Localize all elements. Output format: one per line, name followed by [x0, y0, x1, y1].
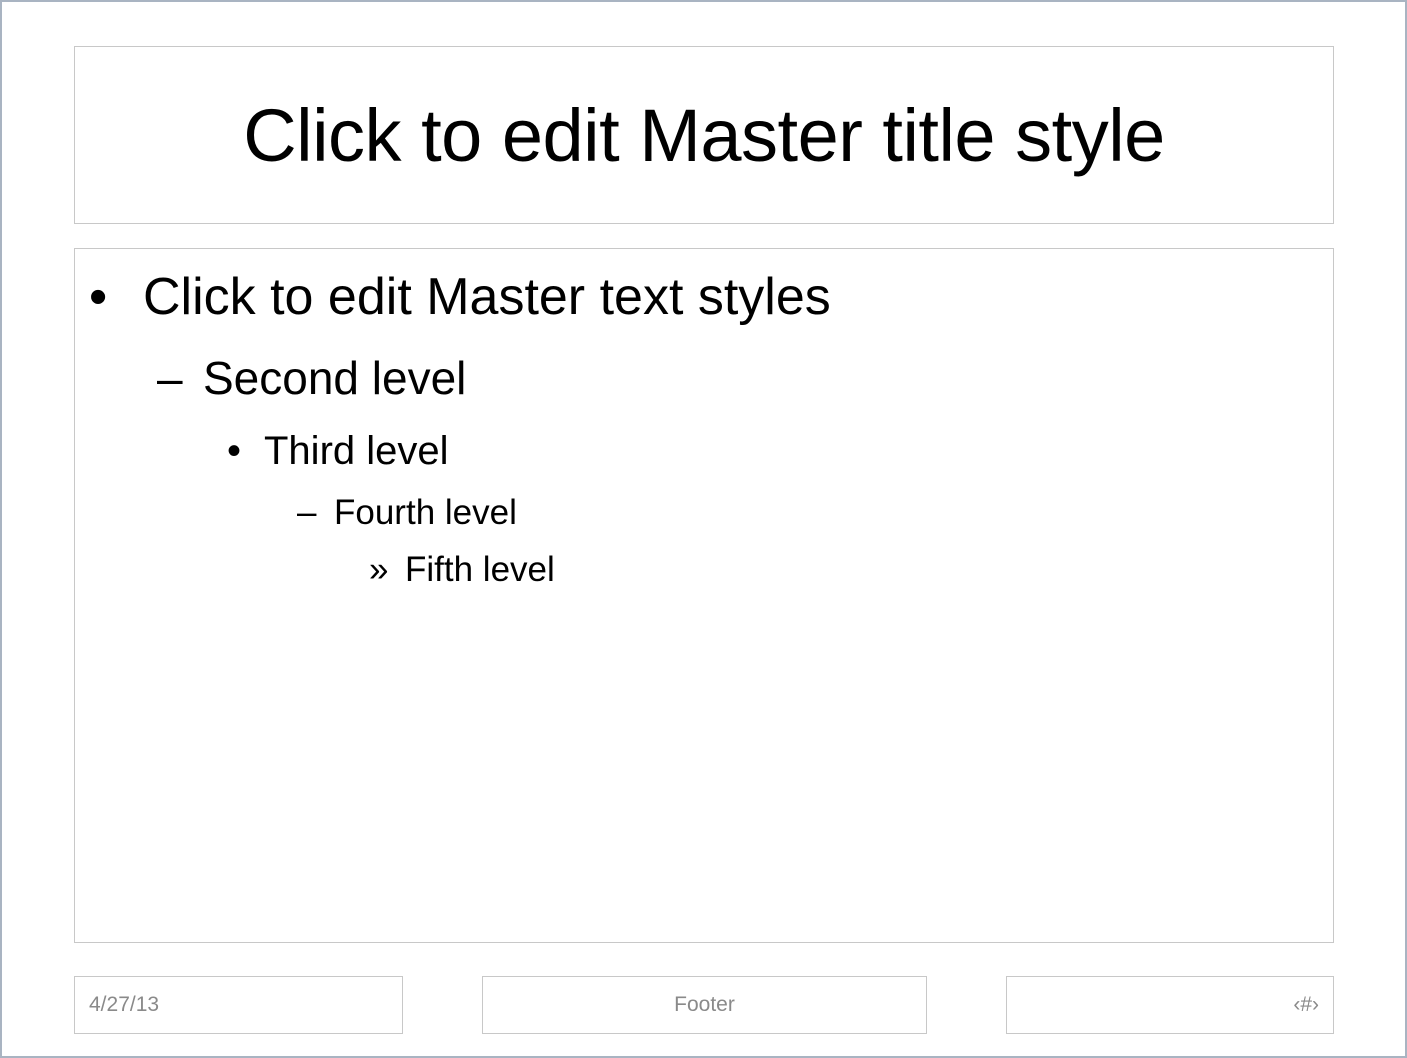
body-level-1[interactable]: • Click to edit Master text styles — [89, 267, 831, 327]
slide-number-text[interactable]: ‹#› — [1293, 993, 1319, 1017]
footer-placeholder[interactable]: Footer — [482, 976, 927, 1034]
title-placeholder[interactable]: Click to edit Master title style — [74, 46, 1334, 224]
footer-text[interactable]: Footer — [674, 993, 735, 1017]
bullet-dot-icon: • — [227, 429, 242, 473]
level-2-text[interactable]: Second level — [203, 351, 466, 405]
level-5-text[interactable]: Fifth level — [405, 550, 555, 590]
level-1-text[interactable]: Click to edit Master text styles — [143, 267, 831, 327]
body-level-4[interactable]: – Fourth level — [297, 493, 517, 533]
bullet-dash-icon: – — [157, 352, 183, 404]
body-level-2[interactable]: – Second level — [157, 351, 466, 405]
slide-number-placeholder[interactable]: ‹#› — [1006, 976, 1334, 1034]
level-4-text[interactable]: Fourth level — [334, 493, 517, 533]
title-text[interactable]: Click to edit Master title style — [243, 93, 1165, 178]
date-placeholder[interactable]: 4/27/13 — [74, 976, 403, 1034]
body-level-3[interactable]: • Third level — [227, 429, 449, 474]
bullet-chevron-icon: » — [369, 550, 389, 589]
bullet-dash-icon: – — [297, 493, 317, 532]
slide-canvas: Click to edit Master title style • Click… — [0, 0, 1407, 1058]
bullet-dot-icon: • — [89, 268, 108, 326]
date-text[interactable]: 4/27/13 — [89, 993, 159, 1017]
body-placeholder[interactable]: • Click to edit Master text styles – Sec… — [74, 248, 1334, 943]
body-level-5[interactable]: » Fifth level — [369, 550, 555, 590]
level-3-text[interactable]: Third level — [264, 429, 449, 474]
